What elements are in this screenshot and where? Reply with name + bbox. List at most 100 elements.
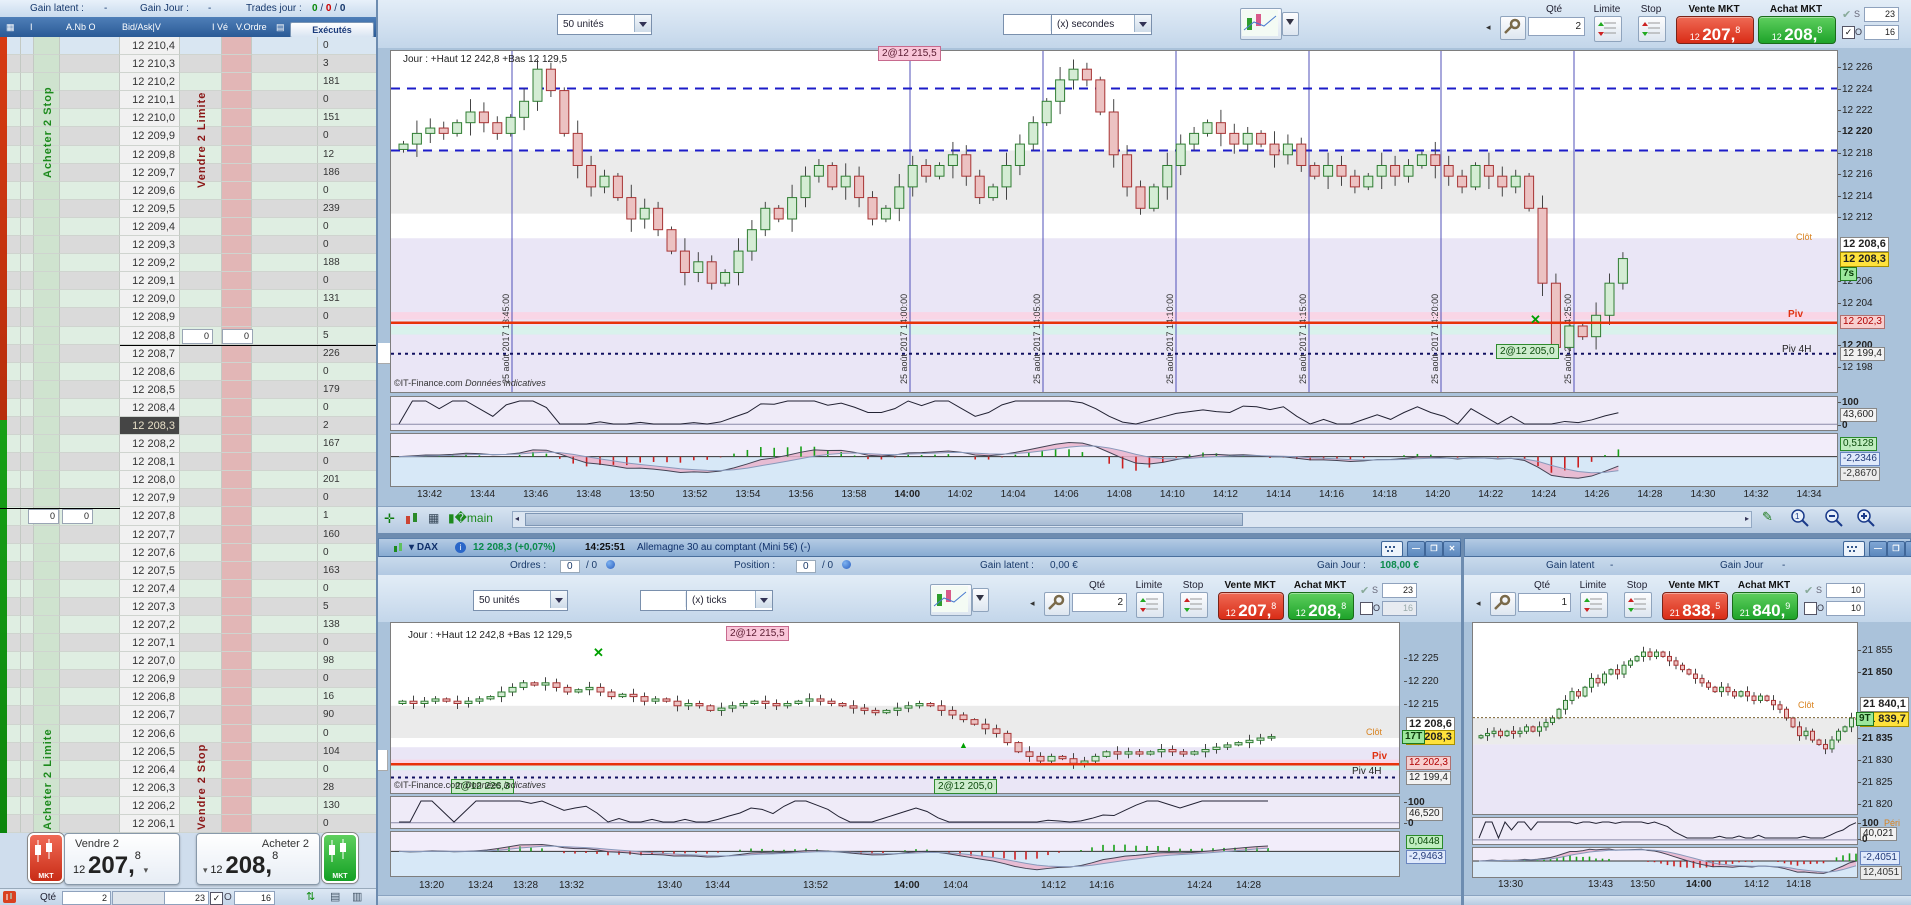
units-dropdown-top[interactable]: 50 unités [557,14,652,35]
limit-distance-input[interactable]: 10 [1826,601,1865,616]
limite-button[interactable] [1136,592,1164,618]
interval-unit-dropdown-top[interactable]: (x) secondes [1051,14,1152,35]
candle-tool-icon[interactable] [404,511,422,527]
sell-limit-order-label[interactable]: Vendre 2 Limite [196,48,208,188]
chart-style-button-top[interactable] [1240,8,1282,40]
units-dropdown-mid[interactable]: 50 unités [473,590,568,611]
zoom-reset-icon[interactable]: 1 [1790,508,1810,528]
zoom-out-icon[interactable] [1824,508,1844,528]
ladder-row[interactable]: 12 207,8100 [0,507,376,525]
chevron-down-icon[interactable] [755,591,772,608]
ladder-row[interactable]: 12 208,40 [0,399,376,417]
ladder-row[interactable]: 12 208,8500 [0,327,376,345]
buy-market-icon[interactable]: MKT [322,833,358,883]
sell-stop-order-label[interactable]: Vendre 2 Stop [196,700,208,830]
minimize-button[interactable]: — [1869,541,1887,557]
scroll-right-arrow[interactable]: ▸ [1745,514,1749,523]
stop-distance-input[interactable]: 23 [1864,7,1899,22]
ladder-row[interactable]: 12 206,2130 [0,797,376,815]
settings-icon[interactable]: ▥ [352,890,362,903]
ladder-row[interactable]: 12 208,0201 [0,471,376,489]
position-icon[interactable] [842,560,851,569]
chart-style-button-mid[interactable] [930,584,972,616]
order-settings-button[interactable] [1044,592,1070,616]
ladder-row[interactable]: 12 209,40 [0,218,376,236]
trade-marker-label[interactable]: 2@12 215,5 [878,46,941,61]
s-check-icon[interactable]: ✔ [1360,584,1369,597]
buy-mkt-button[interactable]: 12 208,8 [1758,16,1836,44]
ladder-row[interactable]: 12 209,812 [0,146,376,164]
chevron-down-icon[interactable] [1134,15,1151,32]
refresh-icon[interactable]: ⇅ [306,890,315,903]
ladder-row[interactable]: 12 206,328 [0,779,376,797]
maximize-button[interactable]: ❐ [1425,541,1443,557]
ladder-row[interactable]: 12 207,40 [0,580,376,598]
ladder-row[interactable]: 12 208,90 [0,308,376,326]
ladder-row[interactable]: 12 209,10 [0,272,376,290]
ladder-row[interactable]: 12 207,098 [0,652,376,670]
sell-2-button[interactable]: Vendre 2 12 207,8 ▾ [64,833,180,885]
dax-window-titlebar[interactable]: ▾ DAX i 12 208,3 (+0,07%) 14:25:51 Allem… [378,538,1461,557]
ladder-row[interactable]: 12 207,90 [0,489,376,507]
buy-2-button[interactable]: Acheter 2 ▾ 12 208,8 [196,833,320,885]
stop-button[interactable] [1638,16,1666,42]
keyboard-icon[interactable] [1843,541,1865,557]
ladder-row[interactable]: 12 209,60 [0,182,376,200]
ladder-row[interactable]: 12 206,40 [0,761,376,779]
zoom-in-icon[interactable] [1856,508,1876,528]
ladder-row[interactable]: 12 206,5104 [0,743,376,761]
chart-style-arrow[interactable] [1282,12,1299,36]
footer-qty-input[interactable]: 2 [62,891,111,905]
qty-input[interactable]: 2 [1072,593,1127,612]
buy-stop-order-label[interactable]: Acheter 2 Stop [42,48,54,178]
page-icon[interactable]: ▤ [330,890,340,903]
h-scrollbar-thumb-top[interactable] [525,513,1243,526]
ladder-row[interactable]: 12 208,7226 [0,345,376,363]
close-button[interactable]: ✕ [1443,541,1461,557]
pointer-icon[interactable]: ✛ [384,511,395,527]
ladder-row[interactable]: 12 209,7186 [0,164,376,182]
panel-collapse-arrow[interactable]: ◂ [1476,598,1481,609]
scroll-left-arrow[interactable]: ◂ [515,514,519,523]
limit-distance-input[interactable]: 16 [1382,601,1417,616]
right-window-titlebar[interactable]: — ❐ ✕ [1464,538,1911,557]
ladder-row[interactable]: 12 210,0151 [0,109,376,127]
qty-input[interactable]: 2 [1528,17,1585,36]
trade-marker-label[interactable]: 2@12 205,0 [1496,344,1559,359]
buy-mkt-button[interactable]: 21 840,9 [1732,592,1798,620]
ladder-row[interactable]: 12 207,2138 [0,616,376,634]
ladder-row[interactable]: 12 210,2181 [0,73,376,91]
ladder-row[interactable]: 12 209,90 [0,127,376,145]
trade-marker-label[interactable]: 2@12 205,0 [934,779,997,794]
limite-button[interactable] [1594,16,1622,42]
trade-marker-label[interactable]: 2@12 215,5 [726,626,789,641]
draw-tool-icon[interactable]: ✎ [1762,509,1773,525]
ladder-row[interactable]: 12 207,10 [0,634,376,652]
order-settings-button[interactable] [1500,16,1526,40]
ladder-row[interactable]: 12 207,60 [0,544,376,562]
ladder-row[interactable]: 12 208,2167 [0,435,376,453]
ladder-row[interactable]: 12 207,7160 [0,526,376,544]
s-check-icon[interactable]: ✔ [1804,584,1813,597]
ladder-row[interactable]: 12 207,5163 [0,562,376,580]
limite-button[interactable] [1580,592,1608,618]
ladder-row[interactable]: 12 207,35 [0,598,376,616]
orders-icon[interactable] [606,560,615,569]
panel-collapse-arrow[interactable]: ◂ [1030,598,1035,609]
dom-column-header[interactable]: ▦ I A.Nb O Bid/Ask|V I Vé V.Ordre ▤ Exéc… [0,17,376,37]
limit-distance-input[interactable]: 16 [1864,25,1899,40]
volume-icon[interactable]: ▮�main [448,511,493,525]
footer-oco-checkbox[interactable]: ✓ [210,892,223,905]
ladder-row[interactable]: 12 210,10 [0,91,376,109]
ladder-row[interactable]: 12 206,10 [0,815,376,833]
order-settings-button[interactable] [1490,592,1516,616]
ladder-row[interactable]: 12 208,10 [0,453,376,471]
interval-unit-dropdown-mid[interactable]: (x) ticks [686,590,773,611]
panel-collapse-arrow[interactable]: ◂ [1486,22,1491,33]
close-button[interactable]: ✕ [1905,541,1911,557]
oco-checkbox[interactable] [1804,602,1817,615]
ladder-row[interactable]: 12 210,40 [0,37,376,55]
footer-stop-value-input[interactable]: 23 [164,891,209,905]
sell-mkt-button[interactable]: 12 207,8 [1676,16,1754,44]
ladder-row[interactable]: 12 209,2188 [0,254,376,272]
